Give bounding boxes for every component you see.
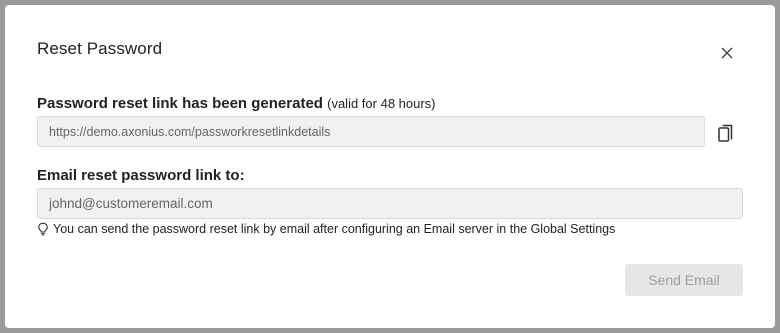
copy-link-button[interactable] [716, 122, 736, 144]
dialog-title: Reset Password [37, 39, 163, 58]
reset-password-dialog: Reset Password Password reset link has b… [5, 5, 775, 328]
email-hint: You can send the password reset link by … [37, 222, 615, 236]
link-section-title: Password reset link has been generated [37, 95, 323, 112]
reset-link-field[interactable] [37, 116, 705, 147]
email-section-label: Email reset password link to: [37, 167, 245, 184]
copy-icon [718, 124, 733, 142]
lightbulb-icon [38, 222, 48, 236]
close-button[interactable] [717, 43, 737, 63]
close-icon [721, 47, 733, 59]
link-validity-note: (valid for 48 hours) [327, 96, 436, 111]
hint-text: You can send the password reset link by … [53, 222, 616, 236]
send-email-button[interactable]: Send Email [625, 264, 743, 296]
link-section-label: Password reset link has been generated (… [37, 95, 436, 112]
email-input[interactable] [37, 188, 743, 219]
